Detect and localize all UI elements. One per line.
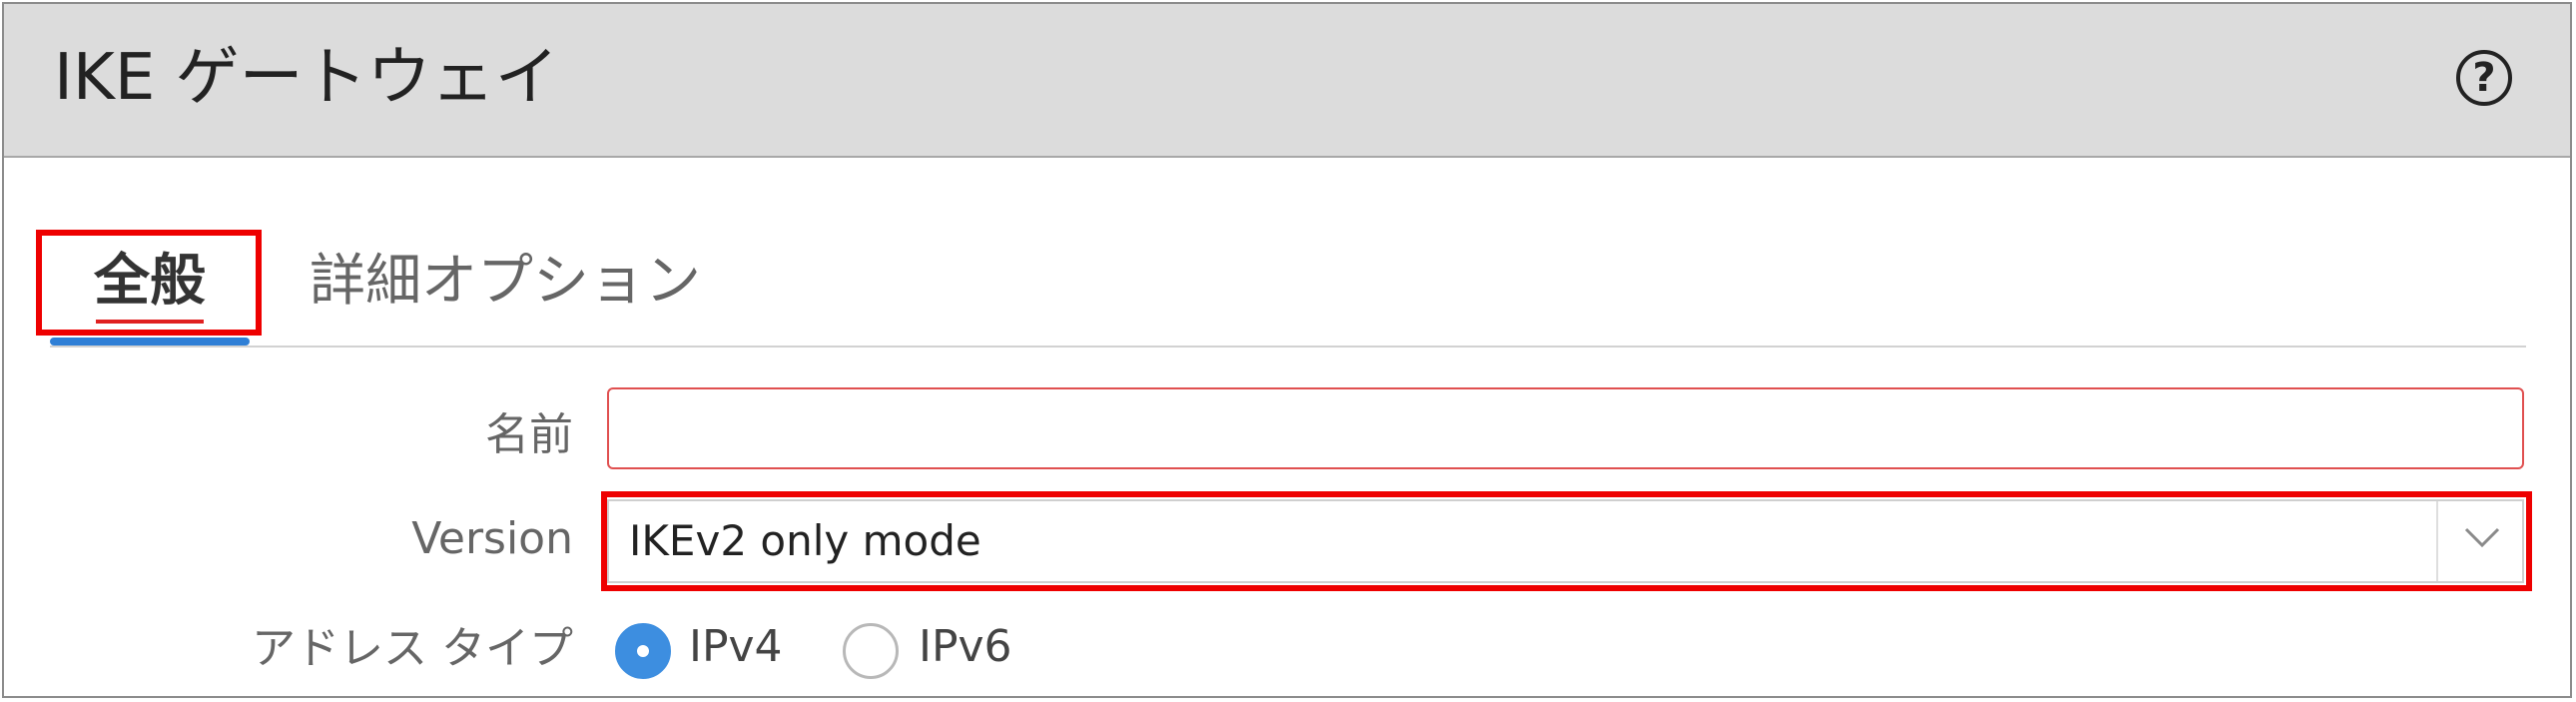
version-selected-value: IKEv2 only mode: [629, 516, 981, 565]
dialog-header: IKE ゲートウェイ ?: [4, 4, 2570, 158]
name-input[interactable]: [607, 387, 2524, 469]
ipv4-radio[interactable]: [615, 623, 671, 679]
version-select[interactable]: IKEv2 only mode: [607, 499, 2524, 583]
ipv6-radio-label[interactable]: IPv6: [919, 617, 1012, 677]
select-divider: [2436, 501, 2438, 581]
name-label: 名前: [485, 409, 573, 460]
version-label: Version: [411, 513, 573, 564]
ipv6-radio[interactable]: [843, 623, 899, 679]
active-tab-indicator: [50, 338, 250, 346]
tab-general-red-underline: [96, 320, 204, 324]
address-type-label: アドレス タイプ: [252, 623, 573, 674]
ipv4-radio-label[interactable]: IPv4: [689, 617, 783, 677]
ike-gateway-dialog: IKE ゲートウェイ ? 全般 詳細オプション 名前 Version IKEv2…: [2, 2, 2572, 698]
chevron-down-icon[interactable]: [2462, 517, 2502, 557]
tab-bar: 全般 詳細オプション: [50, 224, 2526, 348]
dialog-title: IKE ゲートウェイ: [54, 41, 559, 115]
tab-general[interactable]: 全般: [94, 242, 206, 322]
tab-advanced-options[interactable]: 詳細オプション: [310, 242, 701, 322]
help-icon[interactable]: ?: [2456, 50, 2512, 106]
